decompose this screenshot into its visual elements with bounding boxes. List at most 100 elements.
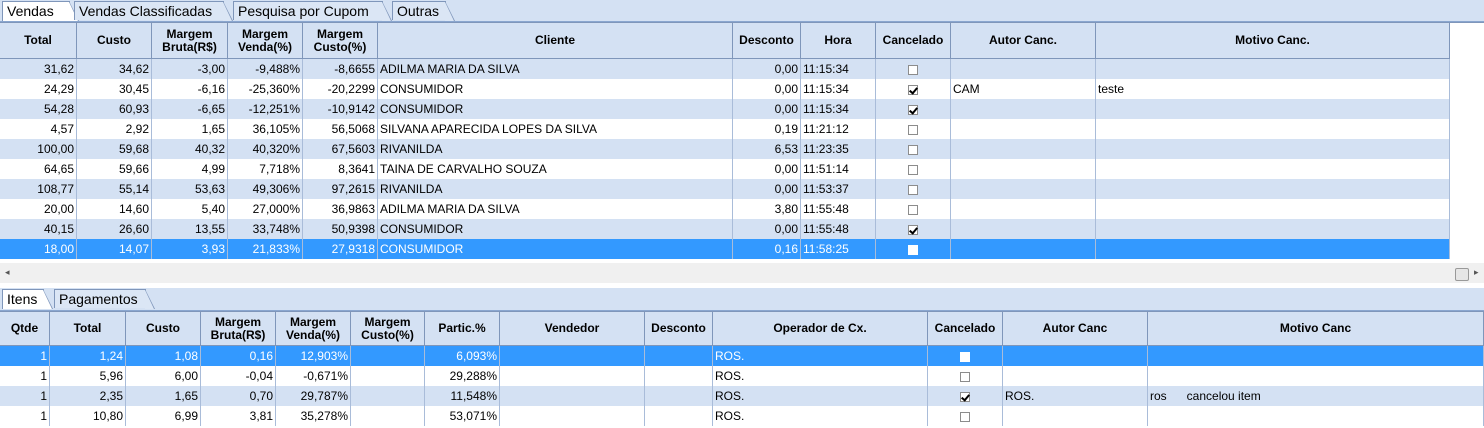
cancelado-checkbox[interactable] xyxy=(960,411,970,422)
cell-partic: 6,093% xyxy=(425,346,500,366)
arrow-right-icon[interactable]: ▸ xyxy=(1474,267,1479,278)
cancelado-checkbox-cell[interactable] xyxy=(876,239,951,259)
tab-vendas-classificadas[interactable]: Vendas Classificadas xyxy=(74,1,233,21)
col-total[interactable]: Total xyxy=(0,23,77,58)
table-row[interactable]: 4,57 2,92 1,65 36,105% 56,5068 SILVANA APAREC… xyxy=(0,119,1450,139)
scroll-thumb[interactable] xyxy=(1455,268,1469,281)
top-tab-strip: Vendas Vendas Classificadas Pesquisa por… xyxy=(0,0,1484,22)
table-row[interactable]: 100,00 59,68 40,32 40,320% 67,5603 RIVANILDA 6… xyxy=(0,139,1450,159)
tab-itens[interactable]: Itens xyxy=(2,289,53,309)
col-operador[interactable]: Operador de Cx. xyxy=(713,312,928,345)
col-margem-venda[interactable]: Margem Venda(%) xyxy=(276,312,351,345)
cancelado-checkbox-cell[interactable] xyxy=(876,179,951,199)
tab-outras[interactable]: Outras xyxy=(392,1,455,21)
col-cancelado[interactable]: Cancelado xyxy=(928,312,1003,345)
cell-qtde: 1 xyxy=(0,406,50,426)
cancelado-checkbox[interactable] xyxy=(908,244,918,255)
cell-desconto xyxy=(645,346,713,366)
col-desconto[interactable]: Desconto xyxy=(733,23,801,58)
table-row[interactable]: 40,15 26,60 13,55 33,748% 50,9398 CONSUMIDOR 0… xyxy=(0,219,1450,239)
cancelado-checkbox[interactable] xyxy=(908,144,918,155)
cell-mcusto xyxy=(351,366,425,386)
arrow-left-icon[interactable]: ◂ xyxy=(5,267,10,278)
cancelado-checkbox[interactable] xyxy=(908,224,918,235)
col-margem-bruta[interactable]: Margem Bruta(R$) xyxy=(201,312,276,345)
cancelado-checkbox-cell[interactable] xyxy=(876,199,951,219)
cancelado-checkbox-cell[interactable] xyxy=(876,59,951,79)
col-motivo-canc[interactable]: Motivo Canc xyxy=(1148,312,1484,345)
cancelado-checkbox-cell[interactable] xyxy=(928,346,1003,366)
table-row[interactable]: 1 10,80 6,99 3,81 35,278% 53,071% ROS. xyxy=(0,406,1484,426)
col-hora[interactable]: Hora xyxy=(801,23,876,58)
col-cancelado[interactable]: Cancelado xyxy=(876,23,951,58)
table-row[interactable]: 1 2,35 1,65 0,70 29,787% 11,548% ROS. ROS. ros c… xyxy=(0,386,1484,406)
cell-mcusto: 56,5068 xyxy=(303,119,378,139)
sales-grid-hscrollbar[interactable]: ◂ ▸ xyxy=(0,263,1484,283)
cancelado-checkbox-cell[interactable] xyxy=(928,386,1003,406)
cancelado-checkbox-cell[interactable] xyxy=(928,366,1003,386)
table-row[interactable]: 108,77 55,14 53,63 49,306% 97,2615 RIVANILDA 0… xyxy=(0,179,1450,199)
col-margem-venda[interactable]: Margem Venda(%) xyxy=(228,23,303,58)
table-row[interactable]: 20,00 14,60 5,40 27,000% 36,9863 ADILMA MARIA… xyxy=(0,199,1450,219)
col-cliente[interactable]: Cliente xyxy=(378,23,733,58)
cell-custo: 2,92 xyxy=(77,119,152,139)
table-row[interactable]: 1 5,96 6,00 -0,04 -0,671% 29,288% ROS. xyxy=(0,366,1484,386)
col-custo[interactable]: Custo xyxy=(126,312,201,345)
cancelado-checkbox[interactable] xyxy=(908,184,918,195)
col-margem-bruta[interactable]: Margem Bruta(R$) xyxy=(152,23,228,58)
cell-total: 100,00 xyxy=(0,139,77,159)
cancelado-checkbox-cell[interactable] xyxy=(876,119,951,139)
cancelado-checkbox-cell[interactable] xyxy=(876,79,951,99)
cell-motivo xyxy=(1096,239,1450,259)
cell-total: 24,29 xyxy=(0,79,77,99)
cancelado-checkbox-cell[interactable] xyxy=(876,159,951,179)
cell-custo: 26,60 xyxy=(77,219,152,239)
table-row[interactable]: 24,29 30,45 -6,16 -25,360% -20,2299 CONSUMIDO… xyxy=(0,79,1450,99)
col-qtde[interactable]: Qtde xyxy=(0,312,50,345)
table-row[interactable]: 54,28 60,93 -6,65 -12,251% -10,9142 CONSUMIDO… xyxy=(0,99,1450,119)
cell-qtde: 1 xyxy=(0,386,50,406)
cancelado-checkbox[interactable] xyxy=(908,64,918,75)
cell-motivo xyxy=(1096,159,1450,179)
col-vendedor[interactable]: Vendedor xyxy=(500,312,645,345)
cell-total: 40,15 xyxy=(0,219,77,239)
cancelado-checkbox-cell[interactable] xyxy=(876,99,951,119)
cell-motivo: teste xyxy=(1096,79,1450,99)
cell-total: 20,00 xyxy=(0,199,77,219)
table-row[interactable]: 18,00 14,07 3,93 21,833% 27,9318 CONSUMIDOR 0,… xyxy=(0,239,1450,259)
table-row[interactable]: 1 1,24 1,08 0,16 12,903% 6,093% ROS. xyxy=(0,346,1484,366)
table-row[interactable]: 64,65 59,66 4,99 7,718% 8,3641 TAINA DE CARVA… xyxy=(0,159,1450,179)
cancelado-checkbox-cell[interactable] xyxy=(876,219,951,239)
cancelado-checkbox-cell[interactable] xyxy=(928,406,1003,426)
col-motivo-canc[interactable]: Motivo Canc. xyxy=(1096,23,1450,58)
cancelado-checkbox[interactable] xyxy=(908,164,918,175)
cancelado-checkbox[interactable] xyxy=(960,351,970,362)
col-total[interactable]: Total xyxy=(50,312,126,345)
col-margem-custo[interactable]: Margem Custo(%) xyxy=(303,23,378,58)
cancelado-checkbox-cell[interactable] xyxy=(876,139,951,159)
col-autor-canc[interactable]: Autor Canc. xyxy=(951,23,1096,58)
cancelado-checkbox[interactable] xyxy=(960,391,970,402)
tab-vendas[interactable]: Vendas xyxy=(2,1,79,21)
cell-desconto: 6,53 xyxy=(733,139,801,159)
table-row[interactable]: 31,62 34,62 -3,00 -9,488% -8,6655 ADILMA MARI… xyxy=(0,59,1450,79)
cancelado-checkbox[interactable] xyxy=(908,204,918,215)
col-custo[interactable]: Custo xyxy=(77,23,152,58)
cancelado-checkbox[interactable] xyxy=(908,84,918,95)
cell-autor xyxy=(1003,406,1148,426)
col-partic[interactable]: Partic.% xyxy=(425,312,500,345)
cell-total: 108,77 xyxy=(0,179,77,199)
cell-autor xyxy=(951,159,1096,179)
cell-mvenda: 29,787% xyxy=(276,386,351,406)
cell-qtde: 1 xyxy=(0,346,50,366)
cell-mvenda: -0,671% xyxy=(276,366,351,386)
col-margem-custo[interactable]: Margem Custo(%) xyxy=(351,312,425,345)
cancelado-checkbox[interactable] xyxy=(908,104,918,115)
col-desconto[interactable]: Desconto xyxy=(645,312,713,345)
tab-pesquisa-por-cupom[interactable]: Pesquisa por Cupom xyxy=(233,1,392,21)
cancelado-checkbox[interactable] xyxy=(960,371,970,382)
col-autor-canc[interactable]: Autor Canc xyxy=(1003,312,1148,345)
tab-pagamentos[interactable]: Pagamentos xyxy=(54,289,155,309)
cell-custo: 1,08 xyxy=(126,346,201,366)
cancelado-checkbox[interactable] xyxy=(908,124,918,135)
